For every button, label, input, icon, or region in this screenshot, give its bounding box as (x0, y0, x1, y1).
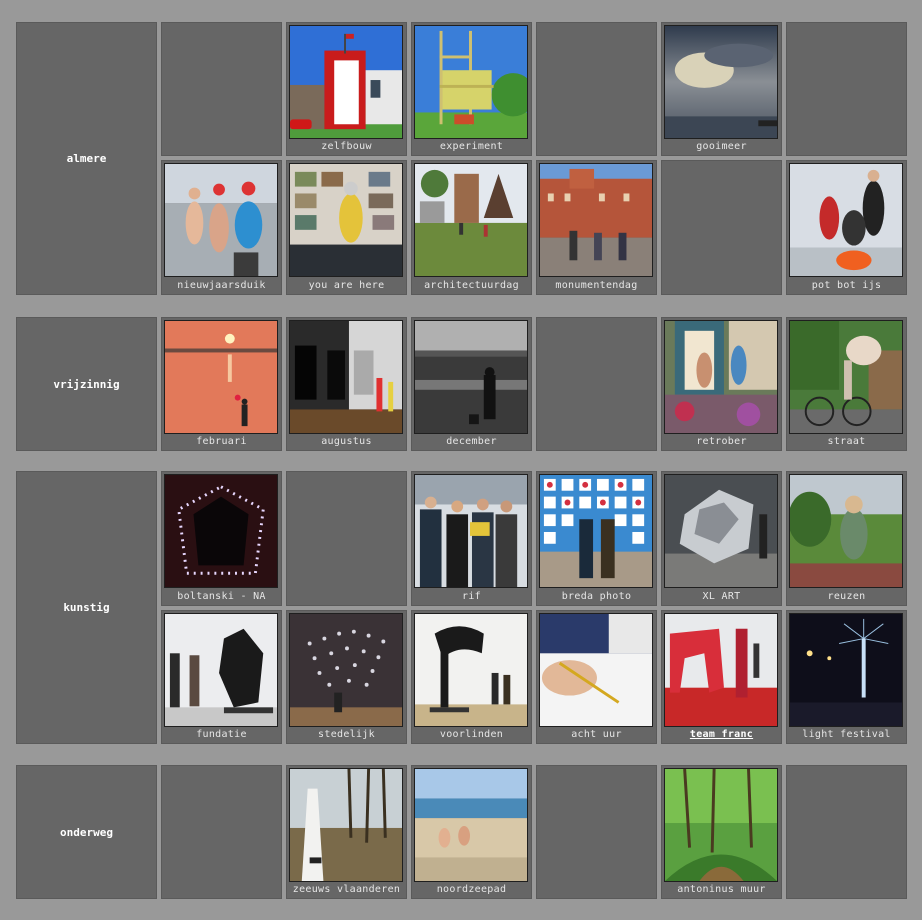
photo-thumbnail[interactable] (664, 320, 778, 434)
photo-caption: breda photo (561, 591, 632, 602)
photo-thumbnail[interactable] (164, 320, 278, 434)
photo-caption: reuzen (827, 591, 866, 602)
photo-caption: antoninus muur (677, 884, 766, 895)
photo-caption: architectuurdag (424, 280, 519, 291)
photo-thumbnail[interactable] (789, 320, 903, 434)
photo-caption: december (446, 436, 497, 447)
photo-caption: pot bot ijs (811, 280, 882, 291)
photo-thumbnail[interactable] (289, 320, 403, 434)
photo-tile-stedelijk[interactable]: stedelijk (286, 610, 407, 744)
photo-thumbnail[interactable] (414, 613, 528, 727)
photo-tile-reuzen[interactable]: reuzen (786, 471, 907, 606)
photo-thumbnail[interactable] (414, 474, 528, 588)
photo-caption: nieuwjaarsduik (177, 280, 266, 291)
photo-thumbnail[interactable] (664, 613, 778, 727)
empty-cell (286, 471, 407, 606)
photo-thumbnail[interactable] (289, 25, 403, 139)
photo-caption: retrober (696, 436, 747, 447)
section-label-vrijzinnig: vrijzinnig (16, 317, 157, 451)
photo-tile-rif[interactable]: rif (411, 471, 532, 606)
photo-thumbnail[interactable] (414, 163, 528, 277)
photo-tile-xl-art[interactable]: XL ART (661, 471, 782, 606)
photo-caption: augustus (321, 436, 372, 447)
photo-caption: straat (827, 436, 866, 447)
photo-tile-februari[interactable]: februari (161, 317, 282, 451)
empty-cell (536, 22, 657, 156)
photo-thumbnail[interactable] (539, 613, 653, 727)
photo-tile-pot-bot-ijs[interactable]: pot bot ijs (786, 160, 907, 295)
photo-tile-fundatie[interactable]: fundatie (161, 610, 282, 744)
photo-caption: februari (196, 436, 247, 447)
photo-tile-boltanski[interactable]: boltanski - NA (161, 471, 282, 606)
photo-caption: stedelijk (318, 729, 375, 740)
photo-tile-acht-uur[interactable]: acht uur (536, 610, 657, 744)
photo-thumbnail[interactable] (539, 474, 653, 588)
photo-caption: noordzeepad (436, 884, 507, 895)
photo-tile-straat[interactable]: straat (786, 317, 907, 451)
photo-caption: boltanski - NA (177, 591, 266, 602)
photo-caption: voorlinden (439, 729, 504, 740)
photo-tile-zeeuws-vlaanderen[interactable]: zeeuws vlaanderen (286, 765, 407, 899)
empty-cell (536, 317, 657, 451)
section-title: vrijzinnig (53, 377, 120, 391)
photo-tile-architectuurdag[interactable]: architectuurdag (411, 160, 532, 295)
photo-tile-nieuwjaarsduik[interactable]: nieuwjaarsduik (161, 160, 282, 295)
photo-thumbnail[interactable] (789, 613, 903, 727)
section-label-almere: almere (16, 22, 157, 295)
photo-caption: you are here (308, 280, 385, 291)
section-label-onderweg: onderweg (16, 765, 157, 899)
empty-cell (536, 765, 657, 899)
photo-thumbnail[interactable] (414, 768, 528, 882)
photo-caption: acht uur (571, 729, 622, 740)
photo-thumbnail[interactable] (289, 768, 403, 882)
empty-cell (786, 22, 907, 156)
photo-caption: monumentendag (555, 280, 638, 291)
photo-tile-retrober[interactable]: retrober (661, 317, 782, 451)
photo-thumbnail[interactable] (664, 25, 778, 139)
photo-caption: light festival (802, 729, 891, 740)
empty-cell (661, 160, 782, 295)
photo-caption: zelfbouw (321, 141, 372, 152)
photo-thumbnail[interactable] (164, 474, 278, 588)
section-title: kunstig (63, 601, 110, 614)
photo-thumbnail[interactable] (289, 613, 403, 727)
photo-thumbnail[interactable] (414, 25, 528, 139)
photo-thumbnail[interactable] (664, 768, 778, 882)
photo-tile-experiment[interactable]: experiment (411, 22, 532, 156)
photo-tile-december[interactable]: december (411, 317, 532, 451)
photo-caption: zeeuws vlaanderen (292, 884, 401, 895)
photo-tile-you-are-here[interactable]: you are here (286, 160, 407, 295)
empty-cell (161, 22, 282, 156)
photo-tile-antoninus-muur[interactable]: antoninus muur (661, 765, 782, 899)
photo-caption: fundatie (196, 729, 247, 740)
photo-caption: XL ART (702, 591, 741, 602)
photo-thumbnail[interactable] (164, 163, 278, 277)
photo-tile-gooimeer[interactable]: gooimeer (661, 22, 782, 156)
section-label-kunstig: kunstig (16, 471, 157, 744)
photo-tile-zelfbouw[interactable]: zelfbouw (286, 22, 407, 156)
photo-tile-light-festival[interactable]: light festival (786, 610, 907, 744)
section-title: almere (66, 152, 107, 165)
photo-thumbnail[interactable] (664, 474, 778, 588)
photo-tile-augustus[interactable]: augustus (286, 317, 407, 451)
photo-caption: experiment (439, 141, 504, 152)
photo-tile-voorlinden[interactable]: voorlinden (411, 610, 532, 744)
photo-tile-breda-photo[interactable]: breda photo (536, 471, 657, 606)
photo-caption: rif (462, 591, 481, 602)
photo-tile-monumentendag[interactable]: monumentendag (536, 160, 657, 295)
photo-thumbnail[interactable] (539, 163, 653, 277)
photo-tile-noordzeepad[interactable]: noordzeepad (411, 765, 532, 899)
photo-tile-team-franc[interactable]: team franc (661, 610, 782, 744)
section-title: onderweg (60, 825, 113, 839)
photo-thumbnail[interactable] (164, 613, 278, 727)
photo-caption: gooimeer (696, 141, 747, 152)
empty-cell (786, 765, 907, 899)
photo-thumbnail[interactable] (414, 320, 528, 434)
empty-cell (161, 765, 282, 899)
photo-thumbnail[interactable] (789, 474, 903, 588)
photo-caption-link[interactable]: team franc (662, 726, 781, 743)
photo-thumbnail[interactable] (789, 163, 903, 277)
photo-thumbnail[interactable] (289, 163, 403, 277)
